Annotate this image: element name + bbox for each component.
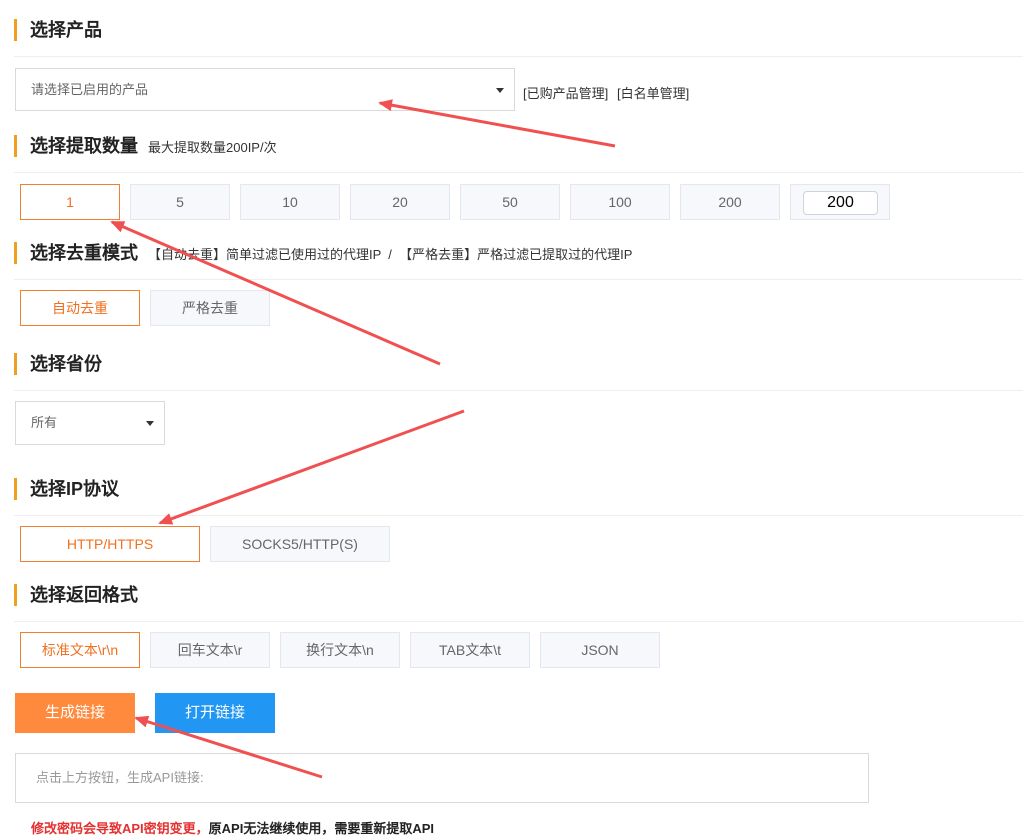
format-option-cr[interactable]: 回车文本\r [150,632,270,668]
dedupe-option-strict[interactable]: 严格去重 [150,290,270,326]
divider [14,621,1023,622]
section-title-province: 选择省份 [14,353,102,375]
quantity-option-5[interactable]: 5 [130,184,230,220]
quantity-option-20[interactable]: 20 [350,184,450,220]
chevron-down-icon [146,421,154,426]
open-link-button[interactable]: 打开链接 [155,693,275,733]
dedupe-option-auto[interactable]: 自动去重 [20,290,140,326]
format-option-tab[interactable]: TAB文本\t [410,632,530,668]
province-select[interactable]: 所有 [15,401,165,445]
quantity-option-100[interactable]: 100 [570,184,670,220]
divider [14,390,1023,391]
quantity-option-50[interactable]: 50 [460,184,560,220]
section-title-quantity: 选择提取数量 最大提取数量200IP/次 [14,135,277,157]
section-title-protocol: 选择IP协议 [14,478,119,500]
section-title-product: 选择产品 [14,19,102,41]
quantity-custom-input[interactable]: 200 [803,191,878,215]
api-link-output[interactable]: 点击上方按钮，生成API链接: [15,753,869,803]
purchased-products-link[interactable]: [已购产品管理] [523,83,608,102]
divider [14,515,1023,516]
format-option-json[interactable]: JSON [540,632,660,668]
format-option-lf[interactable]: 换行文本\n [280,632,400,668]
quantity-option-10[interactable]: 10 [240,184,340,220]
divider [14,279,1023,280]
divider [14,172,1023,173]
format-option-standard[interactable]: 标准文本\r\n [20,632,140,668]
password-warning: 修改密码会导致API密钥变更，原API无法继续使用，需要重新提取API [31,821,435,836]
section-title-dedupe: 选择去重模式 【自动去重】简单过滤已使用过的代理IP / 【严格去重】严格过滤已提… [14,242,632,264]
divider [14,56,1023,57]
quantity-option-1[interactable]: 1 [20,184,120,220]
product-select[interactable]: 请选择已启用的产品 [15,68,515,111]
protocol-option-socks5[interactable]: SOCKS5/HTTP(S) [210,526,390,562]
section-title-format: 选择返回格式 [14,584,138,606]
quantity-option-200[interactable]: 200 [680,184,780,220]
whitelist-link[interactable]: [白名单管理] [617,83,689,102]
annotation-arrow [158,409,465,525]
generate-link-button[interactable]: 生成链接 [15,693,135,733]
protocol-option-http[interactable]: HTTP/HTTPS [20,526,200,562]
chevron-down-icon [496,88,504,93]
